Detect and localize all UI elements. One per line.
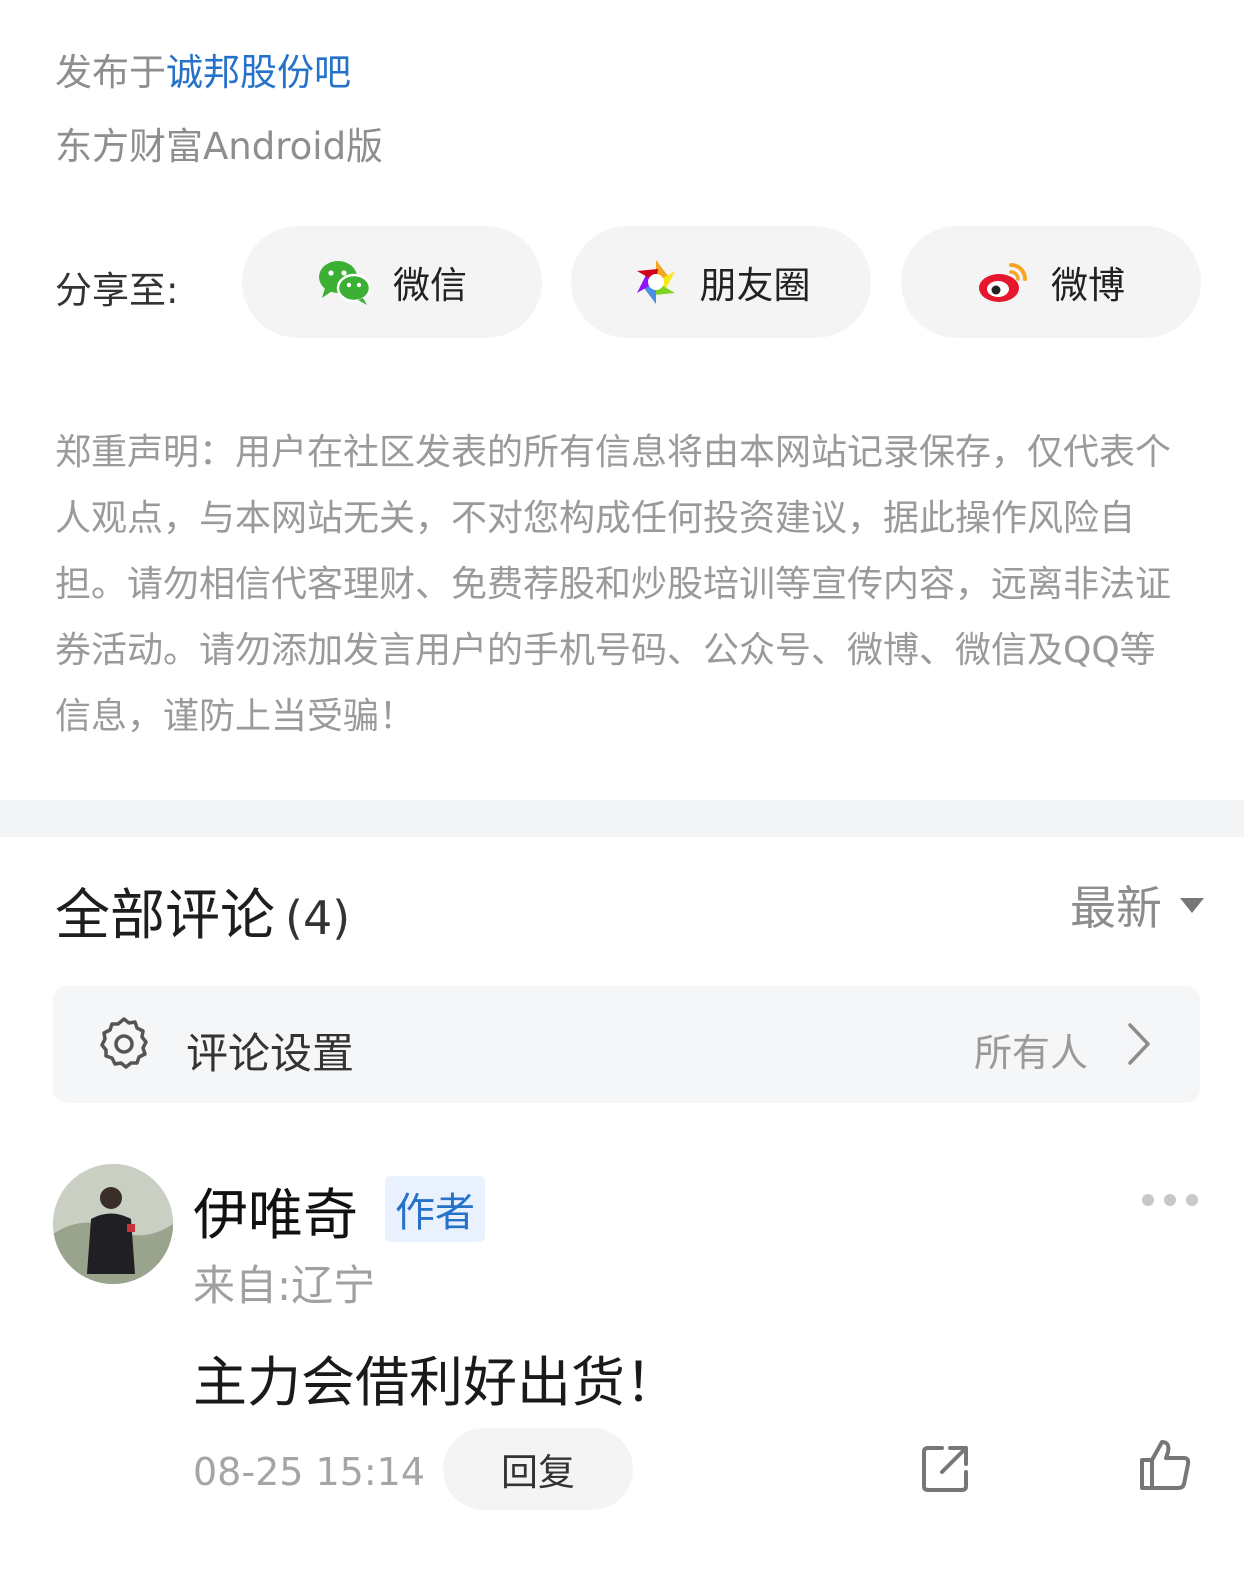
share-moments-button[interactable]: 朋友圈 bbox=[571, 226, 871, 338]
share-wechat-label: 微信 bbox=[393, 264, 467, 307]
comments-header: 全部评论 (4) bbox=[55, 870, 350, 950]
share-weibo-button[interactable]: 微博 bbox=[901, 226, 1201, 338]
gear-icon bbox=[100, 1017, 148, 1069]
comments-title: 全部评论 bbox=[55, 883, 276, 947]
reply-button[interactable]: 回复 bbox=[443, 1428, 633, 1510]
client-source: 东方财富Android版 bbox=[55, 125, 384, 168]
chevron-right-icon bbox=[1128, 1023, 1150, 1065]
comment-author[interactable]: 伊唯奇 bbox=[193, 1170, 358, 1250]
share-icon[interactable] bbox=[920, 1442, 972, 1494]
more-options-icon[interactable] bbox=[1142, 1194, 1198, 1206]
disclaimer-text: 郑重声明：用户在社区发表的所有信息将由本网站记录保存，仅代表个人观点，与本网站无… bbox=[55, 432, 1172, 737]
thumbs-up-icon[interactable] bbox=[1138, 1438, 1192, 1492]
bar-link[interactable]: 诚邦股份吧 bbox=[166, 51, 351, 94]
more-dot bbox=[1142, 1194, 1154, 1206]
avatar-photo bbox=[53, 1164, 173, 1284]
dropdown-arrow-icon bbox=[1180, 897, 1204, 913]
comment-settings-title: 评论设置 bbox=[186, 1029, 355, 1078]
published-prefix: 发布于 bbox=[55, 51, 166, 94]
section-divider bbox=[0, 800, 1244, 837]
sort-dropdown[interactable]: 最新 bbox=[1070, 872, 1204, 938]
comment-text: 主力会借利好出货！ bbox=[193, 1351, 679, 1414]
share-wechat-button[interactable]: 微信 bbox=[242, 226, 542, 338]
comment-settings-value: 所有人 bbox=[973, 1031, 1088, 1075]
wechat-icon bbox=[319, 261, 372, 305]
more-dot bbox=[1164, 1194, 1176, 1206]
share-label: 分享至: bbox=[55, 269, 179, 312]
author-badge: 作者 bbox=[385, 1176, 485, 1242]
published-in: 发布于诚邦股份吧 bbox=[55, 42, 351, 96]
share-row: 分享至: 微信 朋友圈 微博 bbox=[55, 226, 1205, 338]
share-weibo-label: 微博 bbox=[1051, 264, 1125, 307]
sort-label: 最新 bbox=[1070, 881, 1162, 935]
comment-settings-row[interactable]: 评论设置 所有人 bbox=[53, 986, 1200, 1103]
comments-count: (4) bbox=[285, 891, 351, 945]
comment-time: 08-25 15:14 bbox=[193, 1450, 426, 1494]
weibo-icon bbox=[979, 263, 1027, 302]
share-moments-label: 朋友圈 bbox=[699, 264, 811, 307]
comment-location: 来自:辽宁 bbox=[193, 1261, 376, 1310]
more-dot bbox=[1186, 1194, 1198, 1206]
avatar[interactable] bbox=[53, 1164, 173, 1284]
moments-icon bbox=[636, 260, 675, 304]
